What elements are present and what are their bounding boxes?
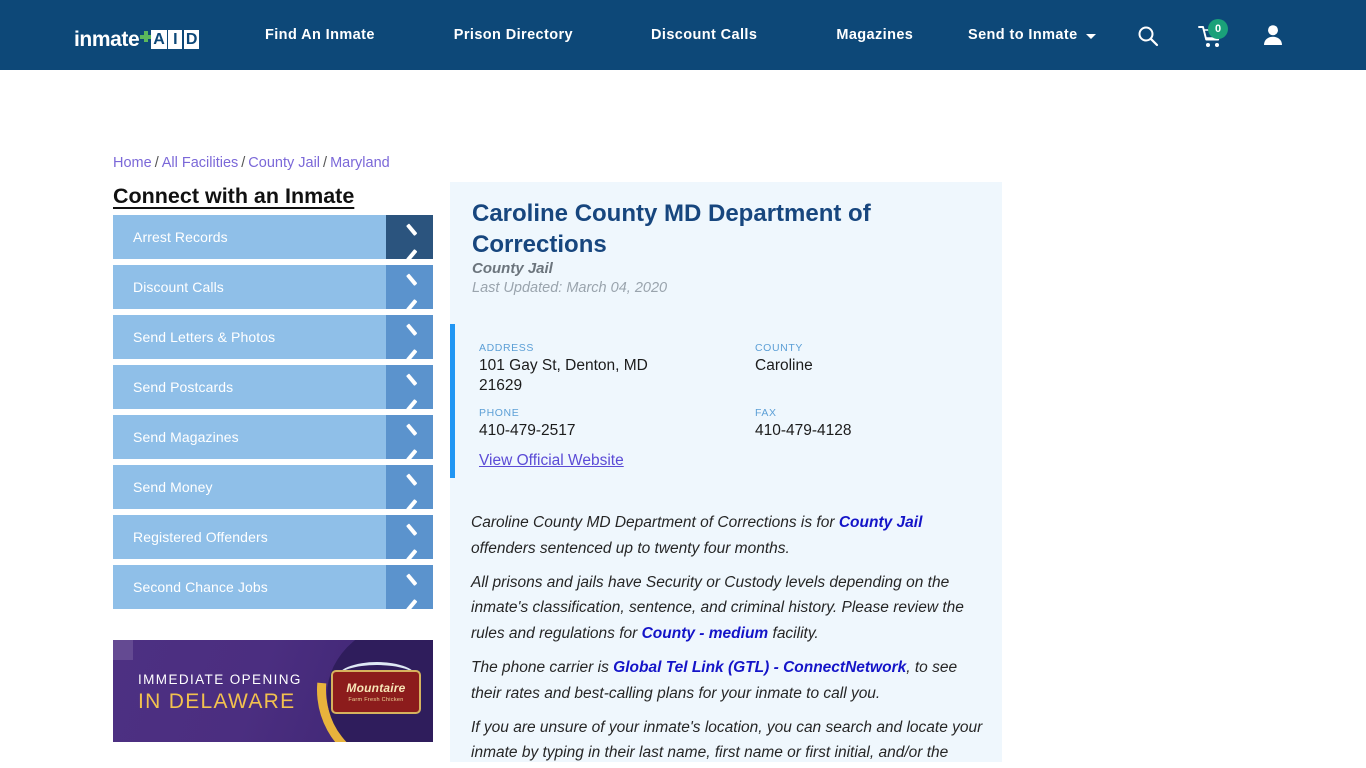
ad-headline: IMMEDIATE OPENING <box>138 672 302 687</box>
description-paragraph-2: All prisons and jails have Security or C… <box>471 570 987 647</box>
ad-corner-accent <box>113 640 133 660</box>
p3-text-a: The phone carrier is <box>471 658 614 676</box>
sidebar-item-label: Send Money <box>133 479 213 495</box>
sidebar-item-registered-offenders[interactable]: Registered Offenders <box>113 515 433 559</box>
address-label: ADDRESS <box>479 342 534 354</box>
county-value: Caroline <box>755 357 813 374</box>
ad-brand-name: Mountaire <box>346 680 406 695</box>
sidebar-item-send-postcards[interactable]: Send Postcards <box>113 365 433 409</box>
main-navigation: Find An Inmate Prison Directory Discount… <box>265 0 913 70</box>
site-header: inmate A I D Find An Inmate Prison Direc… <box>0 0 1366 70</box>
nav-prison-directory[interactable]: Prison Directory <box>454 27 573 43</box>
fax-label: FAX <box>755 407 777 419</box>
sidebar-heading: Connect with an Inmate <box>113 184 355 208</box>
p1-text-a: Caroline County MD Department of Correct… <box>471 514 839 531</box>
description-paragraph-1: Caroline County MD Department of Correct… <box>471 510 987 562</box>
breadcrumb-sep-3: / <box>323 155 328 171</box>
advertisement-banner[interactable]: IMMEDIATE OPENING IN DELAWARE Mountaire … <box>113 640 433 742</box>
fax-value: 410-479-4128 <box>755 422 852 439</box>
facility-type: County Jail <box>472 260 553 277</box>
logo-box-d: D <box>183 30 200 49</box>
facility-last-updated: Last Updated: March 04, 2020 <box>472 280 668 296</box>
breadcrumb: Home / All Facilities / County Jail / Maryland <box>113 155 390 171</box>
nav-magazines[interactable]: Magazines <box>836 27 913 43</box>
phone-value: 410-479-2517 <box>479 422 576 439</box>
link-county-jail[interactable]: County Jail <box>839 514 923 531</box>
sidebar-menu: Arrest Records Discount Calls Send Lette… <box>113 215 433 615</box>
county-label: COUNTY <box>755 342 803 354</box>
chevron-right-icon <box>386 215 433 259</box>
address-value: 101 Gay St, Denton, MD 21629 <box>479 357 648 394</box>
green-plus-icon <box>140 31 152 42</box>
user-account-icon[interactable] <box>1263 24 1283 46</box>
chevron-right-icon <box>386 415 433 459</box>
sidebar-item-label: Registered Offenders <box>133 529 268 545</box>
facility-description: Caroline County MD Department of Correct… <box>471 510 987 768</box>
p1-text-b: offenders sentenced up to twenty four mo… <box>471 539 790 557</box>
description-paragraph-3: The phone carrier is Global Tel Link (GT… <box>471 655 987 707</box>
description-paragraph-4: If you are unsure of your inmate's locat… <box>471 715 987 768</box>
chevron-right-icon <box>386 265 433 309</box>
sidebar-item-label: Send Letters & Photos <box>133 329 276 345</box>
nav-send-to-inmate-dropdown[interactable]: Send to Inmate <box>968 0 1096 70</box>
page-body: Home / All Facilities / County Jail / Maryland… <box>0 70 1366 762</box>
search-icon[interactable] <box>1137 25 1159 47</box>
breadcrumb-all-facilities[interactable]: All Facilities <box>162 155 239 171</box>
link-county-medium[interactable]: County - medium <box>642 625 769 642</box>
site-logo[interactable]: inmate A I D <box>74 24 200 51</box>
phone-label: PHONE <box>479 407 520 419</box>
breadcrumb-home[interactable]: Home <box>113 155 152 171</box>
chevron-right-icon <box>386 565 433 609</box>
sidebar-item-label: Arrest Records <box>133 229 228 245</box>
sidebar-item-arrest-records[interactable]: Arrest Records <box>113 215 433 259</box>
cart-count-badge: 0 <box>1208 19 1228 39</box>
facility-title: Caroline County MD Department of Correct… <box>472 200 871 258</box>
sidebar-item-label: Second Chance Jobs <box>133 579 268 595</box>
p2-text-b: facility. <box>768 625 819 643</box>
chevron-right-icon <box>386 365 433 409</box>
sidebar-item-label: Send Magazines <box>133 429 239 445</box>
sidebar-item-label: Discount Calls <box>133 279 224 295</box>
ad-subheadline: IN DELAWARE <box>138 690 296 713</box>
chevron-right-icon <box>386 515 433 559</box>
logo-wordmark: inmate <box>74 28 140 51</box>
chevron-right-icon <box>386 465 433 509</box>
ad-brand-logo: Mountaire Farm Fresh Chicken <box>331 670 421 714</box>
sidebar-item-discount-calls[interactable]: Discount Calls <box>113 265 433 309</box>
sidebar-item-send-magazines[interactable]: Send Magazines <box>113 415 433 459</box>
nav-find-an-inmate[interactable]: Find An Inmate <box>265 27 375 43</box>
p4-text-a: If you are unsure of your inmate's locat… <box>471 718 983 762</box>
nav-send-to-inmate-label: Send to Inmate <box>968 27 1078 43</box>
breadcrumb-sep-2: / <box>241 155 246 171</box>
sidebar-item-second-chance-jobs[interactable]: Second Chance Jobs <box>113 565 433 609</box>
sidebar-item-send-letters-photos[interactable]: Send Letters & Photos <box>113 315 433 359</box>
view-official-website-link[interactable]: View Official Website <box>479 452 624 470</box>
logo-aid-boxes: A I D <box>151 30 200 49</box>
ad-brand-tagline: Farm Fresh Chicken <box>348 696 404 703</box>
breadcrumb-county-jail[interactable]: County Jail <box>248 155 320 171</box>
breadcrumb-maryland[interactable]: Maryland <box>330 155 390 171</box>
link-gtl-connectnetwork[interactable]: Global Tel Link (GTL) - ConnectNetwork <box>613 659 906 676</box>
chevron-right-icon <box>386 315 433 359</box>
sidebar-item-send-money[interactable]: Send Money <box>113 465 433 509</box>
chevron-down-icon <box>1085 34 1096 39</box>
sidebar-item-label: Send Postcards <box>133 379 234 395</box>
logo-box-i: I <box>168 30 183 49</box>
breadcrumb-sep-1: / <box>154 155 159 171</box>
nav-discount-calls[interactable]: Discount Calls <box>651 27 757 43</box>
logo-box-a: A <box>151 30 167 49</box>
